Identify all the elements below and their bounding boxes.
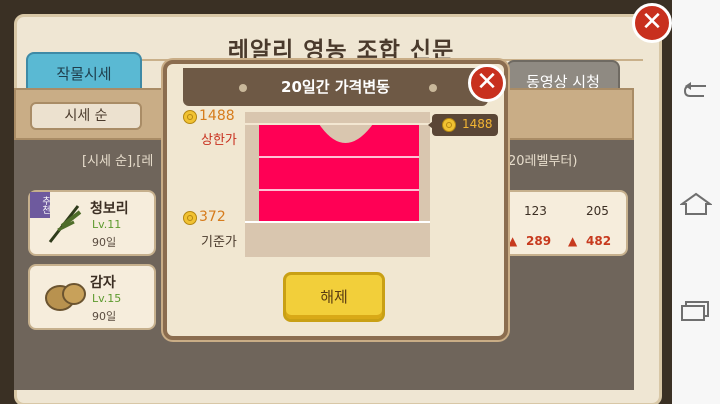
modal-header: 20일간 가격변동 [183,68,488,106]
close-icon[interactable]: ✕ [468,64,506,102]
item-name: 청보리 [90,201,129,217]
list-item-barley[interactable]: 추천 청보리 Lv.11 90일 [28,190,156,256]
coin-icon [442,118,456,132]
item-level: Lv.11 [92,218,122,231]
price-chart [245,123,430,223]
base-price: 372 [199,209,226,225]
potato-icon [45,283,86,311]
coin-icon [183,211,197,225]
price-up: 289 [526,234,552,248]
listing-hint: [시세 순],[레 [82,154,154,169]
tab-crop-price[interactable]: 작물시세 [26,52,142,92]
item-name: 감자 [90,275,116,291]
up-arrow-icon: ▲ [508,234,518,248]
price-value: 123 [524,204,547,218]
home-icon[interactable] [680,192,712,216]
coin-icon [183,110,197,124]
android-nav-bar [672,0,720,404]
barley-icon [48,205,82,243]
listing-hint-right: 20레벨부터) [508,154,578,169]
modal-title: 20일간 가격변동 [281,78,390,96]
item-days: 90일 [92,236,117,249]
up-arrow-icon: ▲ [568,234,578,248]
item-days: 90일 [92,310,117,323]
game-screen: 레알리 영농 조합 신문 작물시세 동영상 시청 시세 순 [시세 순],[레 … [0,0,672,404]
item-level: Lv.15 [92,292,122,305]
price-row: 123 205 ▲ 289 ▲ 482 [492,190,628,256]
list-item-potato[interactable]: 감자 Lv.15 90일 [28,264,156,330]
base-price-label: 기준가 [201,235,237,250]
max-price-label: 상한가 [201,133,237,148]
release-button[interactable]: 해제 [283,272,385,322]
close-icon[interactable]: ✕ [632,3,672,43]
recent-apps-icon[interactable] [680,300,712,322]
price-up: 482 [586,234,612,248]
sort-button[interactable]: 시세 순 [30,102,142,130]
current-price: 1488 [462,117,493,131]
back-icon[interactable] [682,80,710,102]
price-value: 205 [586,204,609,218]
max-price: 1488 [199,108,235,124]
